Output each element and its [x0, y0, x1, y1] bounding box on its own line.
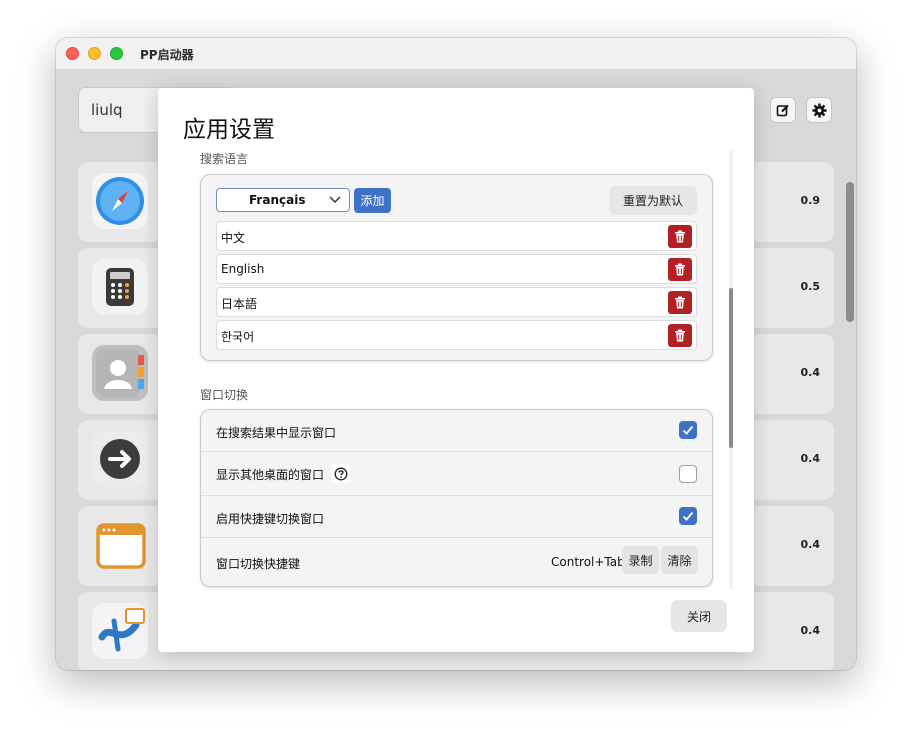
zoom-window-button[interactable] [110, 47, 123, 60]
search-language-card: Français 添加 重置为默认 中文 English 日本語 한국어 [200, 174, 713, 361]
row-label: 启用快捷键切换窗口 [216, 512, 325, 526]
show-windows-in-results-row: 在搜索结果中显示窗口 [201, 410, 712, 452]
delete-language-button[interactable] [668, 291, 692, 314]
language-name: 한국어 [221, 330, 255, 344]
language-list-item: 中文 [216, 221, 697, 251]
add-language-button[interactable]: 添加 [354, 188, 391, 213]
language-name: English [221, 262, 265, 276]
trash-icon [675, 230, 685, 243]
trash-icon [675, 263, 685, 276]
window-app-icon [92, 517, 148, 573]
reset-default-button[interactable]: 重置为默认 [609, 186, 697, 215]
close-window-button[interactable] [66, 47, 79, 60]
row-label: 在搜索结果中显示窗口 [216, 426, 337, 440]
window-switch-label: 窗口切换 [200, 388, 249, 402]
delete-language-button[interactable] [668, 324, 692, 347]
switch-shortcut-row: 窗口切换快捷键 Control+Tab 录制 清除 [201, 538, 712, 586]
trash-icon [675, 296, 685, 309]
clear-shortcut-button[interactable]: 清除 [661, 546, 698, 574]
language-select-value: Français [249, 193, 306, 207]
record-shortcut-button[interactable]: 录制 [622, 546, 659, 574]
dialog-title: 应用设置 [183, 117, 275, 143]
arrow-right-circle-icon [92, 431, 148, 487]
search-language-label: 搜索语言 [200, 152, 249, 166]
chevron-down-icon [329, 192, 341, 209]
checkmark-icon [682, 425, 694, 435]
language-list-item: 한국어 [216, 320, 697, 350]
vscode-like-app-icon [92, 603, 148, 659]
app-score: 0.4 [800, 452, 821, 465]
enable-shortcut-row: 启用快捷键切换窗口 [201, 496, 712, 538]
dialog-scrollbar-thumb[interactable] [729, 288, 733, 448]
title-bar: PP启动器 [56, 38, 856, 70]
settings-dialog: 应用设置 搜索语言 Français 添加 重置为默认 中文 English 日… [158, 88, 754, 652]
row-label: 窗口切换快捷键 [216, 557, 301, 571]
app-score: 0.9 [800, 194, 821, 207]
delete-language-button[interactable] [668, 225, 692, 248]
window-switch-card: 在搜索结果中显示窗口 显示其他桌面的窗口 启用快捷键切换窗口 窗口切换快捷键 C… [200, 409, 713, 587]
show-other-desktops-checkbox[interactable] [679, 465, 697, 483]
search-input-value: liulq [91, 101, 123, 119]
language-name: 中文 [221, 231, 246, 245]
edit-icon [776, 104, 789, 117]
help-button[interactable] [331, 464, 350, 483]
language-select[interactable]: Français [216, 188, 350, 212]
safari-icon [92, 173, 148, 229]
window-title: PP启动器 [140, 48, 194, 62]
results-scrollbar[interactable] [846, 182, 854, 322]
gear-icon [811, 102, 827, 118]
app-score: 0.4 [800, 624, 821, 637]
contacts-icon [92, 345, 148, 401]
question-circle-icon [334, 467, 347, 480]
trash-icon [675, 329, 685, 342]
language-list-item: English [216, 254, 697, 284]
checkmark-icon [682, 511, 694, 521]
language-list-item: 日本語 [216, 287, 697, 317]
language-name: 日本語 [221, 297, 258, 311]
show-windows-checkbox[interactable] [679, 421, 697, 439]
edit-button[interactable] [770, 97, 796, 123]
minimize-window-button[interactable] [88, 47, 101, 60]
settings-button[interactable] [806, 97, 832, 123]
app-score: 0.4 [800, 538, 821, 551]
calculator-icon [92, 259, 148, 315]
row-label: 显示其他桌面的窗口 [216, 468, 325, 482]
app-score: 0.5 [800, 280, 821, 293]
delete-language-button[interactable] [668, 258, 692, 281]
app-score: 0.4 [800, 366, 821, 379]
enable-shortcut-checkbox[interactable] [679, 507, 697, 525]
close-dialog-button[interactable]: 关闭 [671, 600, 727, 632]
show-other-desktops-row: 显示其他桌面的窗口 [201, 452, 712, 496]
shortcut-value: Control+Tab [551, 555, 625, 569]
